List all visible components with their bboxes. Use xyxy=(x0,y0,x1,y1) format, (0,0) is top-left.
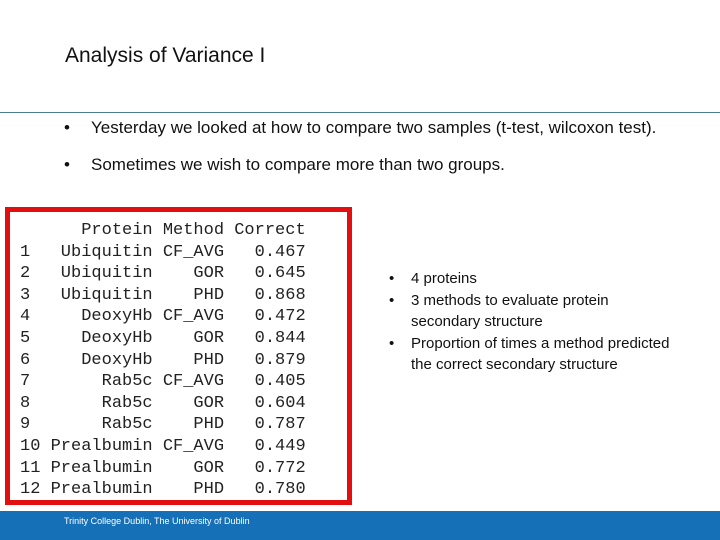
table-row: 1 Ubiquitin CF_AVG 0.467 xyxy=(20,242,306,262)
bullet-text: Yesterday we looked at how to compare tw… xyxy=(91,118,657,137)
title-divider xyxy=(0,112,720,113)
data-frame-output: Protein Method Correct 1 Ubiquitin CF_AVG… xyxy=(20,220,306,501)
side-notes: • 4 proteins • 3 methods to evaluate pro… xyxy=(389,268,679,376)
slide-title: Analysis of Variance I xyxy=(65,44,266,67)
bullet-text: 4 proteins xyxy=(411,270,477,287)
table-row: 4 DeoxyHb CF_AVG 0.472 xyxy=(20,307,306,327)
table-row: 12 Prealbumin PHD 0.780 xyxy=(20,480,306,500)
bullet-icon: • xyxy=(64,155,70,174)
table-row: 11 Prealbumin GOR 0.772 xyxy=(20,458,306,478)
bullet-text: Sometimes we wish to compare more than t… xyxy=(91,155,505,174)
table-row: 3 Ubiquitin PHD 0.868 xyxy=(20,285,306,305)
table-row: 9 Rab5c PHD 0.787 xyxy=(20,415,306,435)
bullet-item: • 3 methods to evaluate protein secondar… xyxy=(389,290,679,333)
bullet-text: 3 methods to evaluate protein secondary … xyxy=(411,291,609,331)
bullet-item: • Yesterday we looked at how to compare … xyxy=(64,116,664,139)
bullet-item: • Sometimes we wish to compare more than… xyxy=(64,153,664,176)
bullet-icon: • xyxy=(389,291,395,309)
bullet-icon: • xyxy=(389,270,395,287)
bullet-text: Proportion of times a method predicted t… xyxy=(411,334,670,374)
bullet-item: • 4 proteins xyxy=(389,268,679,290)
table-row: 10 Prealbumin CF_AVG 0.449 xyxy=(20,436,306,456)
bullet-icon: • xyxy=(389,334,395,352)
bullet-item: • Proportion of times a method predicted… xyxy=(389,333,679,376)
bullet-icon: • xyxy=(64,118,70,137)
table-row: 6 DeoxyHb PHD 0.879 xyxy=(20,350,306,370)
table-row: 5 DeoxyHb GOR 0.844 xyxy=(20,328,306,348)
table-header: Protein Method Correct xyxy=(20,221,306,240)
table-row: 8 Rab5c GOR 0.604 xyxy=(20,393,306,413)
footer-text: Trinity College Dublin, The University o… xyxy=(64,516,250,526)
main-bullets: • Yesterday we looked at how to compare … xyxy=(64,116,664,176)
table-row: 2 Ubiquitin GOR 0.645 xyxy=(20,264,306,284)
table-row: 7 Rab5c CF_AVG 0.405 xyxy=(20,372,306,392)
footer-bar: Trinity College Dublin, The University o… xyxy=(0,511,720,540)
